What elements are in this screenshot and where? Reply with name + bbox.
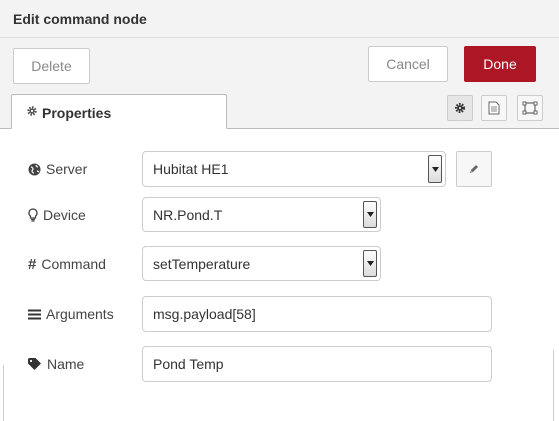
device-row-label: Device bbox=[28, 206, 86, 224]
command-row-label: # Command bbox=[28, 255, 106, 273]
appearance-tab-button[interactable] bbox=[517, 95, 543, 121]
tag-icon bbox=[28, 358, 41, 370]
command-label: Command bbox=[41, 256, 106, 272]
command-value: setTemperature bbox=[153, 255, 251, 272]
properties-form: Server Hubitat HE1 Device NR.Pond.T # Co… bbox=[0, 129, 559, 421]
dialog-toolbar: Delete Cancel Done bbox=[0, 38, 559, 94]
server-select[interactable]: Hubitat HE1 bbox=[142, 151, 446, 187]
tab-properties[interactable]: Properties bbox=[11, 94, 227, 129]
gear-icon bbox=[27, 106, 37, 116]
device-label: Device bbox=[43, 207, 86, 223]
chevron-down-icon bbox=[366, 212, 374, 217]
server-select-arrow[interactable] bbox=[428, 155, 442, 183]
name-row-label: Name bbox=[28, 355, 84, 373]
dialog-header: Edit command node bbox=[0, 0, 559, 38]
server-label: Server bbox=[46, 161, 88, 177]
list-icon bbox=[28, 309, 41, 319]
name-input[interactable]: Pond Temp bbox=[142, 346, 492, 382]
device-value: NR.Pond.T bbox=[153, 206, 223, 223]
command-select-arrow[interactable] bbox=[363, 250, 377, 277]
gear-icon bbox=[455, 103, 465, 113]
node-appearance-icon bbox=[522, 101, 538, 115]
arguments-label: Arguments bbox=[46, 306, 114, 322]
lightbulb-icon bbox=[28, 208, 38, 222]
delete-button[interactable]: Delete bbox=[13, 48, 90, 84]
done-button[interactable]: Done bbox=[464, 46, 536, 82]
tab-bar: Properties bbox=[0, 94, 559, 129]
device-select-arrow[interactable] bbox=[363, 201, 377, 228]
hash-icon: # bbox=[28, 255, 37, 273]
left-resize-edge bbox=[0, 365, 4, 421]
chevron-down-icon bbox=[431, 166, 439, 172]
name-value: Pond Temp bbox=[153, 356, 224, 372]
server-row-label: Server bbox=[28, 160, 87, 178]
chevron-down-icon bbox=[366, 261, 374, 266]
device-select[interactable]: NR.Pond.T bbox=[142, 197, 381, 232]
edit-server-button[interactable] bbox=[456, 151, 492, 187]
server-value: Hubitat HE1 bbox=[153, 161, 229, 177]
arguments-row-label: Arguments bbox=[28, 305, 114, 323]
globe-icon bbox=[28, 163, 41, 175]
description-tab-button[interactable] bbox=[481, 95, 507, 121]
dialog-title: Edit command node bbox=[13, 11, 147, 27]
tab-properties-label: Properties bbox=[42, 105, 112, 121]
pencil-icon bbox=[470, 165, 478, 173]
arguments-input[interactable]: msg.payload[58] bbox=[142, 296, 492, 332]
arguments-value: msg.payload[58] bbox=[153, 306, 256, 322]
right-scrollbar-edge[interactable] bbox=[553, 350, 559, 421]
node-properties-tab-button[interactable] bbox=[447, 95, 473, 121]
cancel-button[interactable]: Cancel bbox=[368, 46, 448, 82]
command-select[interactable]: setTemperature bbox=[142, 246, 381, 281]
document-icon bbox=[488, 101, 500, 115]
name-label: Name bbox=[47, 356, 85, 372]
